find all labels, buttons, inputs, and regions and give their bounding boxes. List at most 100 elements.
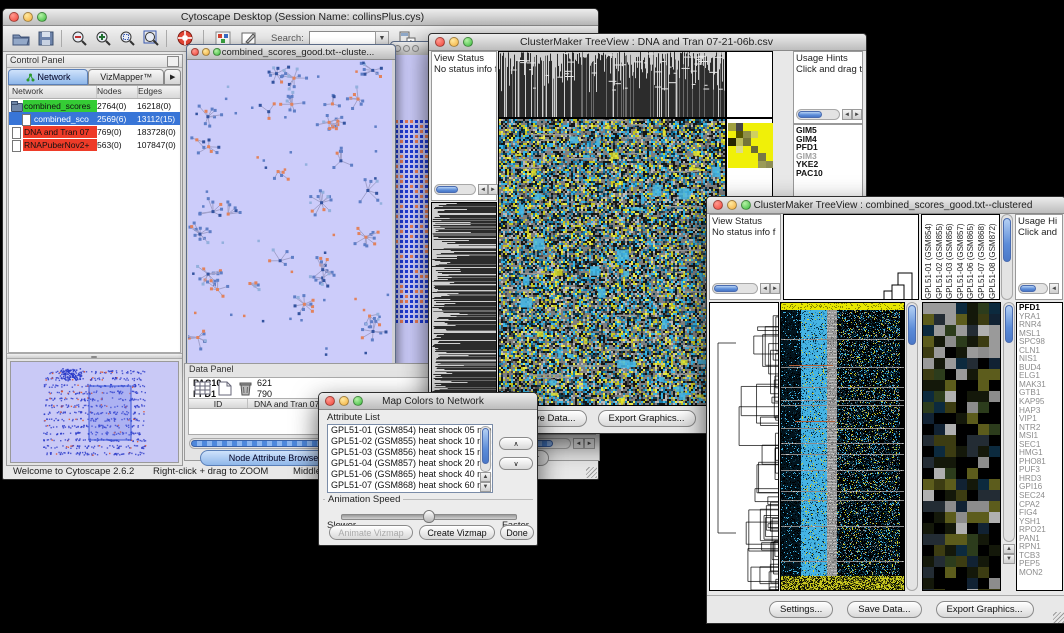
- scroll-right-arrow[interactable]: ►: [852, 109, 862, 120]
- scroll-left-arrow[interactable]: ◄: [760, 283, 770, 294]
- network-row[interactable]: RNAPuberNov2+ 563(0) 107847(0): [9, 138, 180, 151]
- tv1-row-dendrogram[interactable]: [431, 202, 497, 406]
- network-row[interactable]: combined_scores 2764(0) 16218(0): [9, 99, 180, 112]
- tv2-button[interactable]: Settings...: [769, 601, 833, 618]
- tv2-column-label[interactable]: GPL51-06 (GSM865): [966, 215, 977, 299]
- tv1-column-dendrogram[interactable]: [498, 51, 726, 118]
- zoom-button[interactable]: [463, 37, 473, 47]
- minimize-button[interactable]: [727, 200, 737, 210]
- tv2-column-dendrogram[interactable]: [783, 214, 919, 300]
- tab-vizmapper[interactable]: VizMapper™: [88, 69, 164, 85]
- scroll-left-arrow[interactable]: ◄: [478, 184, 488, 195]
- data-col-id[interactable]: ID: [189, 399, 248, 408]
- open-file-icon[interactable]: [11, 29, 31, 48]
- move-up-button[interactable]: ∧: [499, 437, 533, 450]
- tv1-status-hscrollbar[interactable]: [434, 184, 476, 195]
- tv1-gene-label[interactable]: PAC10: [796, 169, 862, 178]
- minimize-button[interactable]: [23, 12, 33, 22]
- close-button[interactable]: [325, 396, 335, 406]
- tv2-column-label[interactable]: GPL51-03 (GSM856): [945, 215, 956, 299]
- close-button[interactable]: [713, 200, 723, 210]
- tv2-column-label[interactable]: GPL51-01 (GSM854): [924, 215, 935, 299]
- background-network-canvas[interactable]: [394, 118, 432, 324]
- network-overview-panel[interactable]: [10, 361, 179, 463]
- tv2-heatmap-vscrollbar[interactable]: [906, 302, 918, 591]
- scroll-right-arrow[interactable]: ►: [770, 283, 780, 294]
- zoom-button[interactable]: [37, 12, 47, 22]
- attribute-item[interactable]: GPL51-06 (GSM865) heat shock 40 min: [328, 469, 492, 480]
- tv2-button[interactable]: Export Graphics...: [936, 601, 1034, 618]
- attribute-item[interactable]: GPL51-03 (GSM856) heat shock 15 min: [328, 447, 492, 458]
- zoom-button[interactable]: [353, 396, 363, 406]
- animation-speed-slider[interactable]: [341, 514, 517, 520]
- tv2-global-heatmap[interactable]: [780, 302, 905, 591]
- tab-network[interactable]: Network: [8, 69, 88, 85]
- slider-thumb[interactable]: [423, 510, 435, 523]
- network-canvas[interactable]: [188, 60, 392, 369]
- minimize-button[interactable]: [449, 37, 459, 47]
- tv2-genelist-vscrollbar[interactable]: [1003, 302, 1015, 542]
- tv1-button[interactable]: Export Graphics...: [598, 410, 696, 427]
- tv2-button[interactable]: Save Data...: [847, 601, 921, 618]
- zoom-button[interactable]: [412, 45, 419, 52]
- animate-vizmap-button[interactable]: Animate Vizmap: [329, 525, 413, 540]
- network-row[interactable]: DNA and Tran 07 769(0) 183728(0): [9, 125, 180, 138]
- tv2-status-hscrollbar[interactable]: [712, 283, 758, 294]
- attribute-vscrollbar[interactable]: [480, 426, 491, 472]
- tv1-hints-hscrollbar[interactable]: [796, 109, 840, 120]
- tv2-column-label[interactable]: GPL51-02 (GSM855): [935, 215, 946, 299]
- panel-divider[interactable]: [7, 353, 182, 359]
- attribute-item[interactable]: GPL51-07 (GSM868) heat shock 60 min: [328, 480, 492, 491]
- tv2-resize-grip[interactable]: [1053, 612, 1064, 623]
- tv1-column-label[interactable]: [764, 52, 771, 117]
- minimize-button[interactable]: [403, 45, 410, 52]
- scroll-left-arrow[interactable]: ◄: [842, 109, 852, 120]
- move-down-button[interactable]: ∨: [499, 457, 533, 470]
- create-vizmap-button[interactable]: Create Vizmap: [419, 525, 495, 540]
- attribute-item[interactable]: GPL51-01 (GSM854) heat shock 05 min: [328, 425, 492, 436]
- tv2-column-label[interactable]: GPL51-08 (GSM872): [988, 215, 999, 299]
- col-header-edges[interactable]: Edges: [138, 86, 180, 98]
- minimize-button[interactable]: [339, 396, 349, 406]
- close-button[interactable]: [435, 37, 445, 47]
- main-resize-grip[interactable]: [586, 467, 597, 478]
- float-panel-icon[interactable]: [167, 56, 179, 67]
- scroll-right-arrow[interactable]: ►: [488, 184, 498, 195]
- scroll-right-arrow[interactable]: ►: [584, 438, 595, 449]
- col-header-nodes[interactable]: Nodes: [97, 86, 138, 98]
- attribute-item[interactable]: GPL51-04 (GSM857) heat shock 20 min: [328, 458, 492, 469]
- col-header-network[interactable]: Network: [9, 86, 97, 98]
- zoom-selected-icon[interactable]: [117, 29, 137, 48]
- tv1-column-label[interactable]: [735, 52, 742, 117]
- tv2-column-label[interactable]: GPL51-07 (GSM868): [977, 215, 988, 299]
- scroll-up-arrow[interactable]: ▲: [480, 472, 491, 482]
- zoom-in-icon[interactable]: [93, 29, 113, 48]
- close-button[interactable]: [9, 12, 19, 22]
- main-title-bar[interactable]: Cytoscape Desktop (Session Name: collins…: [3, 9, 598, 26]
- zoom-fit-icon[interactable]: [141, 29, 161, 48]
- tv2-header-vscrollbar[interactable]: [1001, 214, 1013, 300]
- tv1-similarity-matrix[interactable]: [728, 123, 773, 168]
- close-button[interactable]: [191, 48, 199, 56]
- tv2-hints-hscrollbar[interactable]: [1018, 283, 1048, 294]
- tv2-zoom-heatmap[interactable]: [922, 302, 1001, 591]
- zoom-button[interactable]: [213, 48, 221, 56]
- scroll-left-arrow[interactable]: ◄: [1049, 283, 1059, 294]
- tv2-gene-label[interactable]: MON2: [1019, 569, 1062, 578]
- attribute-listbox[interactable]: GPL51-01 (GSM854) heat shock 05 minGPL51…: [327, 424, 493, 493]
- tabs-overflow-arrow[interactable]: ▶: [164, 69, 181, 85]
- minimize-button[interactable]: [202, 48, 210, 56]
- zoom-out-icon[interactable]: [69, 29, 89, 48]
- tv1-heatmap[interactable]: [498, 118, 726, 406]
- scroll-down-arrow[interactable]: ▼: [1003, 554, 1015, 564]
- network-row[interactable]: combined_sco 2569(6) 13112(15): [9, 112, 180, 125]
- tv2-column-label[interactable]: GPL51-04 (GSM857): [956, 215, 967, 299]
- attribute-item[interactable]: GPL51-02 (GSM855) heat shock 10 min: [328, 436, 492, 447]
- window-controls[interactable]: [9, 12, 47, 22]
- tv2-row-dendrogram[interactable]: [709, 302, 779, 591]
- scroll-up-arrow[interactable]: ▲: [1003, 544, 1015, 554]
- scroll-down-arrow[interactable]: ▼: [480, 482, 491, 492]
- tv1-column-label[interactable]: [743, 52, 750, 117]
- done-button[interactable]: Done: [500, 525, 534, 540]
- scroll-left-arrow[interactable]: ◄: [573, 438, 584, 449]
